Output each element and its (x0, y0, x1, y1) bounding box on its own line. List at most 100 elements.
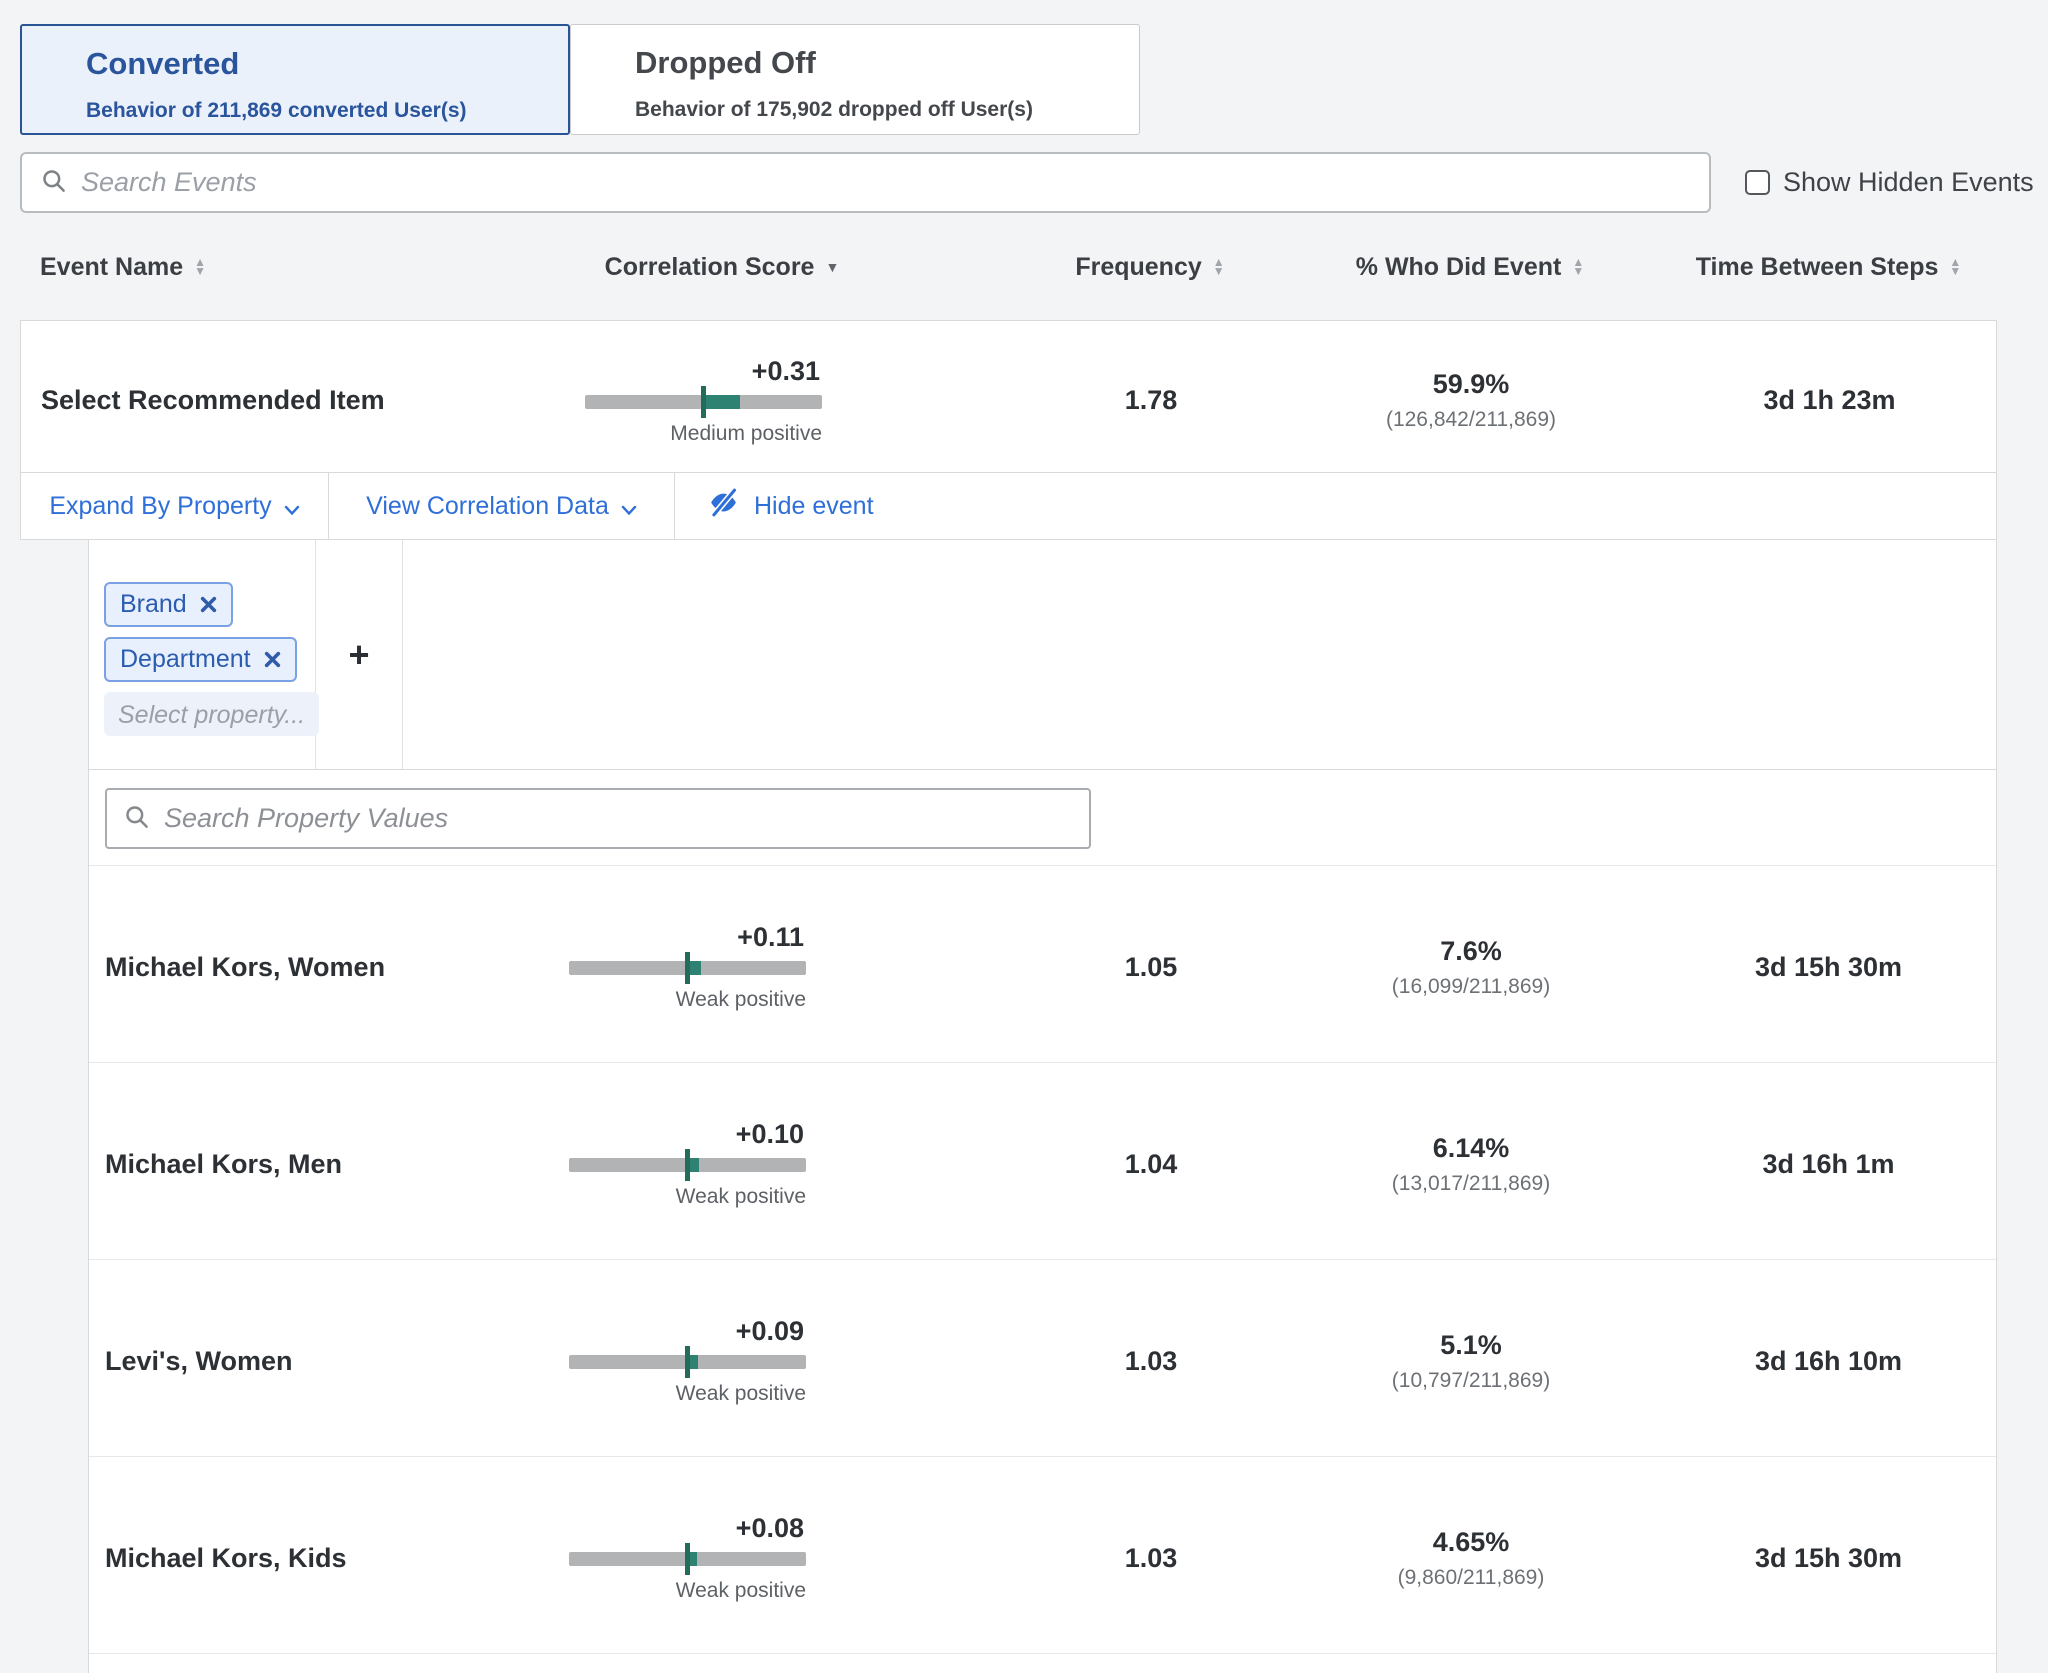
score-bar-zero-tick (701, 386, 706, 418)
time-between-value: 3d 1h 23m (1763, 385, 1895, 416)
column-label: Event Name (40, 253, 183, 282)
correlation-score-widget: +0.09 Weak positive (569, 1316, 806, 1406)
score-bar-zero-tick (685, 1543, 690, 1575)
frequency-cell: 1.03 (1021, 1346, 1281, 1377)
frequency-value: 1.03 (1125, 1543, 1178, 1574)
property-search-box (105, 788, 1091, 849)
time-between-cell: 3d 1h 23m (1661, 385, 1998, 416)
pct-who-did-cell: 4.65% (9,860/211,869) (1281, 1527, 1661, 1590)
frequency-cell: 1.05 (1021, 952, 1281, 983)
show-hidden-events-label: Show Hidden Events (1783, 167, 2034, 198)
score-bar-zero-tick (685, 1346, 690, 1378)
add-property-column: + (316, 540, 403, 769)
eye-off-icon (707, 486, 754, 526)
column-header-correlation-score[interactable]: Correlation Score ▼ (487, 253, 957, 282)
score-value: +0.11 (569, 922, 806, 953)
column-header-pct-who-did-event[interactable]: % Who Did Event ▲▼ (1280, 253, 1660, 282)
pct-value: 7.6% (1440, 936, 1502, 967)
score-bar-track (569, 1355, 806, 1369)
show-hidden-events-toggle[interactable]: Show Hidden Events (1745, 167, 2034, 198)
tab-dropped-off-subtitle: Behavior of 175,902 dropped off User(s) (635, 98, 1119, 122)
property-row[interactable]: Michael Kors, Men +0.10 Weak positive 1.… (89, 1063, 1996, 1260)
sort-icon[interactable]: ▲▼ (1949, 258, 1961, 275)
score-strength-label: Weak positive (569, 1382, 806, 1406)
sort-icon[interactable]: ▲▼ (1572, 258, 1584, 275)
pct-value: 4.65% (1433, 1527, 1510, 1558)
sort-icon[interactable]: ▲▼ (1213, 258, 1225, 275)
property-chips-column: Brand Department Select property... (89, 540, 316, 769)
close-icon[interactable] (200, 596, 217, 613)
chevron-down-icon (621, 494, 637, 523)
chip-label: Department (120, 645, 251, 674)
pct-fraction: (16,099/211,869) (1392, 975, 1550, 999)
pct-fraction: (10,797/211,869) (1392, 1369, 1550, 1393)
pct-who-did-cell: 59.9% (126,842/211,869) (1281, 369, 1661, 432)
property-chip-department[interactable]: Department (104, 637, 297, 682)
time-between-value: 3d 16h 10m (1755, 1346, 1902, 1377)
score-bar-track (569, 1158, 806, 1172)
tab-dropped-off[interactable]: Dropped Off Behavior of 175,902 dropped … (570, 24, 1140, 135)
frequency-cell: 1.04 (1021, 1149, 1281, 1180)
property-name: Michael Kors, Kids (89, 1543, 551, 1574)
chip-label: Brand (120, 590, 187, 619)
hide-event-label: Hide event (754, 492, 874, 521)
correlation-score-cell: +0.08 Weak positive (551, 1513, 1021, 1603)
correlation-score-cell: +0.09 Weak positive (551, 1316, 1021, 1406)
score-strength-label: Weak positive (569, 1579, 806, 1603)
property-name: Michael Kors, Men (89, 1149, 551, 1180)
score-strength-label: Weak positive (569, 988, 806, 1012)
property-search-section (89, 770, 1996, 866)
correlation-score-cell: +0.31 Medium positive (551, 356, 1021, 446)
pct-who-did-cell: 5.1% (10,797/211,869) (1281, 1330, 1661, 1393)
column-header-time-between-steps[interactable]: Time Between Steps ▲▼ (1660, 253, 1997, 282)
column-label: Frequency (1075, 253, 1201, 282)
property-chip-brand[interactable]: Brand (104, 582, 233, 627)
time-between-value: 3d 15h 30m (1755, 952, 1902, 983)
time-between-cell: 3d 16h 10m (1661, 1346, 1996, 1377)
sort-desc-icon[interactable]: ▼ (825, 260, 839, 274)
cohort-tabs: Converted Behavior of 211,869 converted … (20, 0, 2048, 135)
column-header-frequency[interactable]: Frequency ▲▼ (1020, 253, 1280, 282)
select-property-input[interactable]: Select property... (104, 692, 319, 736)
close-icon[interactable] (264, 651, 281, 668)
column-label: Time Between Steps (1696, 253, 1939, 282)
pct-fraction: (126,842/211,869) (1386, 408, 1556, 432)
tab-converted-title: Converted (86, 46, 548, 82)
search-events-input[interactable] (81, 167, 1691, 198)
property-row[interactable]: Levi's, Women +0.09 Weak positive 1.03 5… (89, 1260, 1996, 1457)
time-between-cell: 3d 16h 1m (1661, 1149, 1996, 1180)
score-strength-label: Weak positive (569, 1185, 806, 1209)
frequency-cell: 1.78 (1021, 385, 1281, 416)
property-name: Levi's, Women (89, 1346, 551, 1377)
hide-event-button[interactable]: Hide event (675, 473, 874, 539)
time-between-cell: 3d 15h 30m (1661, 1543, 1996, 1574)
tab-converted[interactable]: Converted Behavior of 211,869 converted … (20, 24, 570, 135)
score-bar-track (569, 1552, 806, 1566)
time-between-value: 3d 15h 30m (1755, 1543, 1902, 1574)
event-row-select-recommended-item[interactable]: Select Recommended Item +0.31 Medium pos… (20, 320, 1997, 473)
frequency-cell: 1.03 (1021, 1543, 1281, 1574)
show-hidden-events-checkbox[interactable] (1745, 170, 1770, 195)
expand-by-property-button[interactable]: Expand By Property (21, 473, 329, 539)
pct-fraction: (9,860/211,869) (1398, 1566, 1545, 1590)
view-correlation-data-button[interactable]: View Correlation Data (329, 473, 675, 539)
search-events-box (20, 152, 1711, 213)
property-row[interactable]: Michael Kors, Women +0.11 Weak positive … (89, 866, 1996, 1063)
score-value: +0.08 (569, 1513, 806, 1544)
add-property-button[interactable]: + (348, 634, 369, 676)
column-header-event-name[interactable]: Event Name ▲▼ (20, 253, 550, 282)
correlation-score-widget: +0.08 Weak positive (569, 1513, 806, 1603)
score-bar-track (585, 395, 822, 409)
pct-fraction: (13,017/211,869) (1392, 1172, 1550, 1196)
frequency-value: 1.78 (1125, 385, 1178, 416)
chevron-down-icon (284, 494, 300, 523)
score-bar-track (569, 961, 806, 975)
score-value: +0.10 (569, 1119, 806, 1150)
property-row[interactable]: Michael Kors, Kids +0.08 Weak positive 1… (89, 1457, 1996, 1654)
correlation-analysis-page: Converted Behavior of 211,869 converted … (0, 0, 2048, 1673)
sort-icon[interactable]: ▲▼ (194, 258, 206, 275)
correlation-score-widget: +0.31 Medium positive (585, 356, 822, 446)
correlation-score-widget: +0.11 Weak positive (569, 922, 806, 1012)
table-header: Event Name ▲▼ Correlation Score ▼ Freque… (20, 245, 2048, 289)
search-property-values-input[interactable] (164, 803, 1073, 834)
